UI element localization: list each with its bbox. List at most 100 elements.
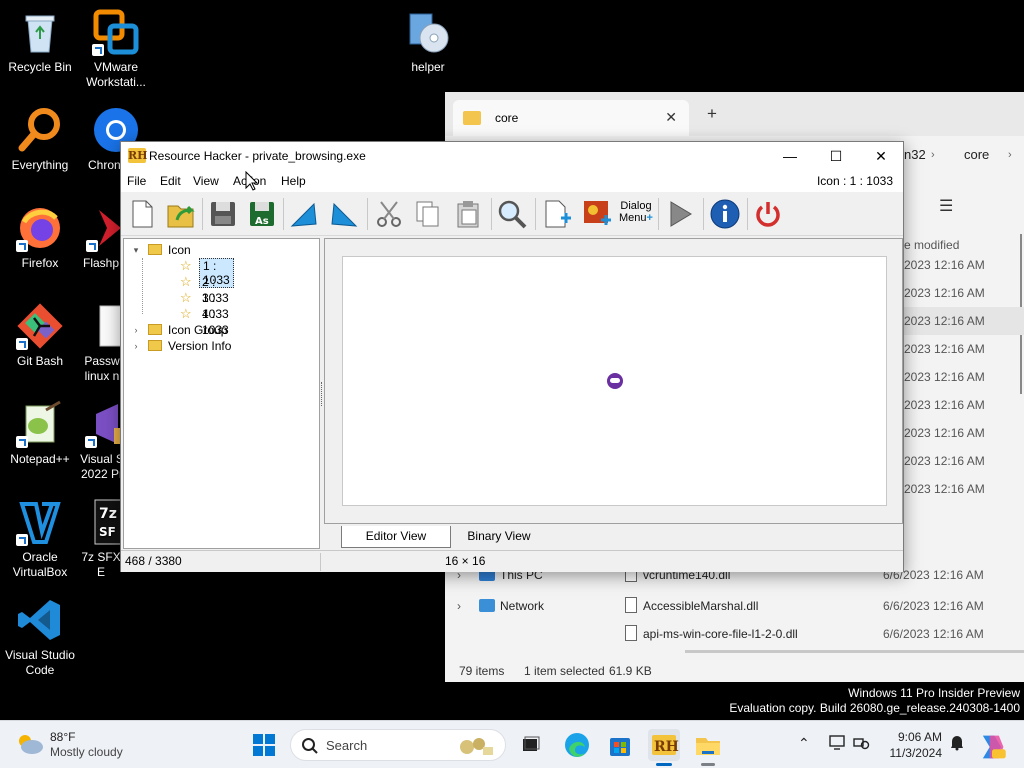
expand-chevron-icon[interactable]: ›: [130, 338, 142, 354]
weather-widget[interactable]: 88°F Mostly cloudy: [16, 729, 176, 763]
file-name[interactable]: api-ms-win-core-file-l1-2-0.dll: [643, 627, 798, 641]
dll-file-icon: [625, 625, 637, 641]
column-header-date-modified[interactable]: e modified: [904, 238, 959, 252]
desktop-icon-helper[interactable]: helper: [388, 8, 468, 75]
list-item[interactable]: api-ms-win-core-file-l1-2-0.dll 6/6/2023…: [445, 620, 1024, 648]
desktop-icon-vmware[interactable]: VMware Workstati...: [76, 8, 156, 90]
taskbar-search-box[interactable]: Search: [290, 729, 506, 761]
notification-bell-icon[interactable]: [948, 733, 966, 754]
display-icon[interactable]: [828, 733, 846, 754]
desktop-icon-7z-sfx[interactable]: 7z SF 7z SFX E: [76, 498, 126, 580]
toolbar-separator: [367, 198, 368, 230]
resource-hacker-window[interactable]: RH Resource Hacker - private_browsing.ex…: [120, 141, 904, 572]
breadcrumb-item[interactable]: core: [964, 147, 989, 162]
new-file-icon[interactable]: [126, 198, 158, 230]
window-title: Resource Hacker - private_browsing.exe: [149, 149, 366, 163]
new-tab-button[interactable]: +: [707, 104, 717, 124]
menu-view[interactable]: View: [193, 174, 219, 188]
file-explorer-icon[interactable]: [692, 729, 724, 761]
copilot-icon[interactable]: [976, 731, 1006, 759]
desktop-icon-firefox[interactable]: Firefox: [0, 204, 80, 271]
desktop-icon-label: Firefox: [21, 256, 59, 270]
menu-edit[interactable]: Edit: [160, 174, 181, 188]
paste-icon[interactable]: [452, 198, 484, 230]
desktop-icon-vscode[interactable]: Visual Studio Code: [0, 596, 80, 678]
compile-back-icon[interactable]: [288, 198, 320, 230]
task-view-icon[interactable]: [514, 729, 546, 761]
status-position: 468 / 3380: [125, 554, 182, 568]
file-name[interactable]: AccessibleMarshal.dll: [643, 599, 758, 613]
explorer-horizontal-scrollbar[interactable]: [685, 650, 1024, 653]
taskbar: 88°F Mostly cloudy Search RH ⌃ 9:06 AM 1…: [0, 720, 1024, 768]
maximize-button[interactable]: ☐: [813, 142, 859, 170]
virtualbox-icon: [16, 498, 64, 546]
selection-size: 61.9 KB: [609, 664, 652, 678]
close-button[interactable]: ✕: [858, 142, 904, 170]
save-icon[interactable]: [207, 198, 239, 230]
start-button[interactable]: [248, 729, 280, 761]
copy-icon[interactable]: [412, 198, 444, 230]
explorer-tab-core[interactable]: core ✕: [453, 100, 689, 136]
add-image-resource-icon[interactable]: [581, 198, 613, 230]
list-item[interactable]: › Network AccessibleMarshal.dll 6/6/2023…: [445, 592, 1024, 620]
close-tab-icon[interactable]: ✕: [665, 109, 677, 126]
folder-icon: [463, 111, 481, 125]
resource-tree[interactable]: ▾ Icon ☆ 1 : 1033 ☆ 2 : 1033 ☆ 3 : 1033 …: [123, 238, 320, 549]
desktop-icon-recycle-bin[interactable]: Recycle Bin: [0, 8, 80, 75]
view-menu-icon[interactable]: ☰: [939, 196, 953, 216]
menu-help[interactable]: Help: [281, 174, 306, 188]
show-hidden-icons-chevron-icon[interactable]: ⌃: [798, 735, 810, 752]
expand-chevron-icon[interactable]: ›: [457, 599, 461, 613]
resource-hacker-app-icon: RH: [128, 148, 148, 163]
nav-item-network[interactable]: Network: [500, 599, 544, 613]
shortcut-arrow-icon: [16, 240, 28, 252]
desktop-icon-virtualbox[interactable]: Oracle VirtualBox: [0, 498, 80, 580]
shortcut-arrow-icon: [16, 436, 28, 448]
expand-chevron-icon[interactable]: ›: [130, 322, 142, 338]
tree-node-label: Icon: [168, 243, 191, 257]
file-date: 6/6/2023 12:16 AM: [883, 627, 984, 641]
menu-file[interactable]: File: [127, 174, 146, 188]
file-date: 2023 12:16 AM: [904, 314, 985, 328]
info-icon[interactable]: [709, 198, 741, 230]
breadcrumb-item[interactable]: n32: [904, 147, 926, 162]
visual-studio-icon: [85, 400, 126, 448]
open-file-icon[interactable]: [165, 198, 197, 230]
cut-icon[interactable]: [373, 198, 405, 230]
save-as-icon[interactable]: As: [246, 198, 278, 230]
run-script-icon[interactable]: [664, 198, 696, 230]
compile-forward-icon[interactable]: [328, 198, 360, 230]
toolbar-separator: [535, 198, 536, 230]
status-separator: [320, 553, 321, 571]
vmware-icon: [92, 8, 140, 56]
folder-icon: [148, 324, 162, 335]
collapse-chevron-icon[interactable]: ▾: [130, 242, 142, 258]
document-icon: [87, 302, 123, 350]
tab-editor-view[interactable]: Editor View: [341, 526, 451, 548]
title-bar[interactable]: RH Resource Hacker - private_browsing.ex…: [121, 142, 903, 170]
dialog-menu-button[interactable]: Dialog Menu+: [618, 200, 654, 232]
desktop-icon-everything[interactable]: Everything: [0, 106, 80, 173]
toolbar-separator: [703, 198, 704, 230]
search-highlight-icon: [457, 735, 497, 757]
minimize-button[interactable]: —: [767, 142, 813, 170]
firefox-icon: [16, 204, 64, 252]
svg-text:As: As: [255, 216, 269, 227]
search-placeholder: Search: [326, 738, 368, 753]
desktop-icon-flashpoint[interactable]: Flashp: [76, 204, 126, 271]
toolbar: As Dialog Menu+: [121, 192, 903, 236]
search-icon[interactable]: [496, 198, 528, 230]
system-clock[interactable]: 9:06 AM 11/3/2024: [884, 729, 943, 761]
power-exit-icon[interactable]: [752, 198, 784, 230]
desktop-icon-notepadpp[interactable]: Notepad++: [0, 400, 80, 467]
dll-file-icon: [625, 597, 637, 613]
add-resource-icon[interactable]: [541, 198, 573, 230]
edge-browser-icon[interactable]: [561, 729, 593, 761]
tab-binary-view[interactable]: Binary View: [454, 526, 544, 548]
file-date: 2023 12:16 AM: [904, 398, 985, 412]
network-status-icon[interactable]: [852, 733, 870, 754]
desktop-icon-git-bash[interactable]: Git Bash: [0, 302, 80, 369]
microsoft-store-icon[interactable]: [604, 729, 636, 761]
resource-hacker-taskbar-icon[interactable]: RH: [648, 729, 680, 761]
folder-open-icon: [148, 244, 162, 255]
